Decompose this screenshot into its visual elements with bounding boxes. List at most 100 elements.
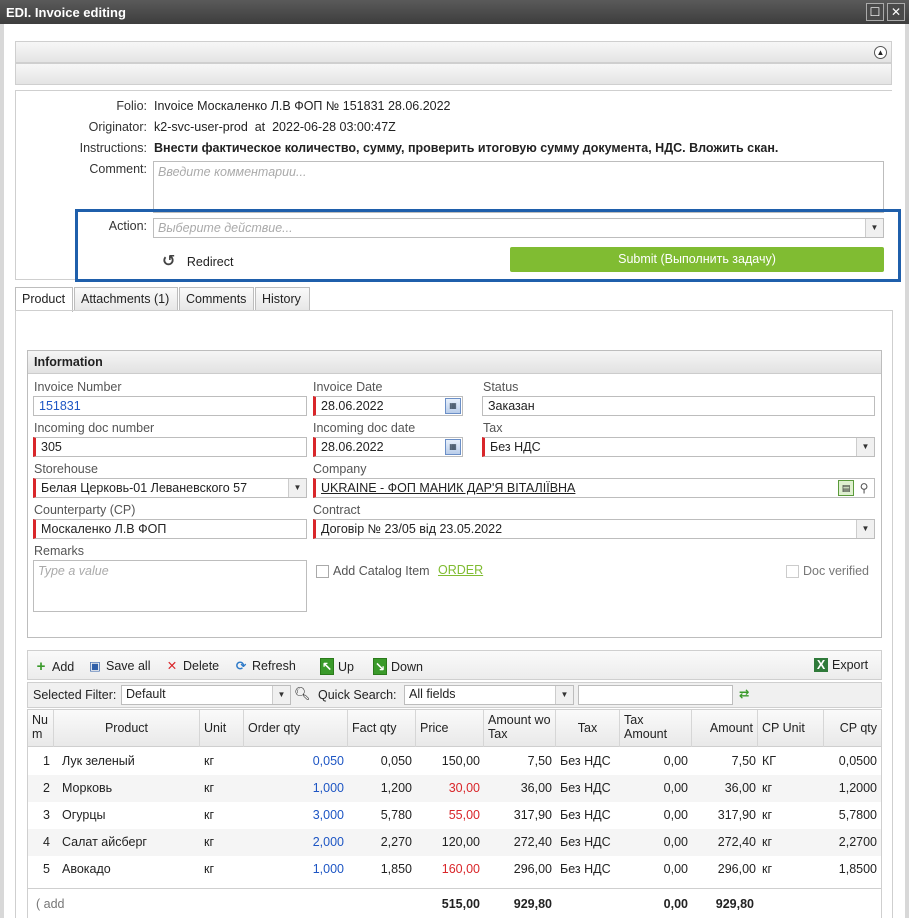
col-cp-unit[interactable]: CP Unit — [758, 710, 824, 747]
up-button[interactable]: ↖ Up — [320, 658, 354, 675]
col-cp-qty[interactable]: CP qty — [824, 710, 881, 747]
cell-amount-wo-tax[interactable]: 36,00 — [484, 775, 556, 802]
apply-search-icon[interactable]: ⇄ — [739, 686, 749, 701]
selected-filter-select[interactable]: Default ▼ — [121, 685, 291, 705]
contract-select[interactable]: Договір № 23/05 від 23.05.2022 ▼ — [313, 519, 875, 539]
action-select[interactable]: Выберите действие... ▼ — [153, 218, 884, 238]
chevron-down-icon[interactable]: ▼ — [856, 520, 874, 538]
cell-unit: кг — [204, 808, 215, 822]
cell-amount-wo-tax[interactable]: 7,50 — [484, 748, 556, 775]
save-all-button[interactable]: ▣ Save all — [88, 658, 150, 673]
cell-price[interactable]: 150,00 — [416, 748, 484, 775]
cell-price[interactable]: 55,00 — [416, 802, 484, 829]
chevron-down-icon[interactable]: ▼ — [555, 686, 573, 704]
col-tax[interactable]: Tax — [556, 710, 620, 747]
chevron-down-icon[interactable]: ▼ — [288, 479, 306, 497]
contract-label: Contract — [313, 503, 361, 517]
comment-input[interactable]: Введите комментарии... — [153, 161, 884, 213]
quick-search-input[interactable] — [578, 685, 733, 705]
table-row[interactable]: 3 Огурцы кг 3,000 5,780 55,00 317,90 Без НДС 0,0… — [28, 802, 881, 829]
remarks-input[interactable]: Type a value — [33, 560, 307, 612]
tax-select[interactable]: Без НДС ▼ — [482, 437, 875, 457]
cell-fact-qty[interactable]: 5,780 — [348, 802, 416, 829]
storehouse-select[interactable]: Белая Церковь-01 Леваневского 57 ▼ — [33, 478, 307, 498]
selected-filter-value: Default — [126, 687, 166, 701]
cell-fact-qty[interactable]: 1,850 — [348, 856, 416, 883]
down-button[interactable]: ↘ Down — [373, 658, 423, 675]
tax-value: Без НДС — [490, 440, 541, 454]
table-row[interactable]: 5 Авокадо кг 1,000 1,850 160,00 296,00 Без НДС 0… — [28, 856, 881, 883]
col-product[interactable]: Product — [54, 710, 200, 747]
cell-cp-unit: кг — [762, 862, 773, 876]
refresh-icon: ⟳ — [235, 659, 247, 673]
cell-fact-qty[interactable]: 1,200 — [348, 775, 416, 802]
export-button[interactable]: X Export — [814, 658, 868, 672]
doc-verified-checkbox[interactable] — [786, 565, 799, 578]
cell-amount: 272,40 — [717, 835, 756, 849]
cell-amount-wo-tax[interactable]: 272,40 — [484, 829, 556, 856]
table-row[interactable]: 1 Лук зеленый кг 0,050 0,050 150,00 7,50 Без НД… — [28, 748, 881, 775]
delete-icon: ✕ — [166, 659, 178, 673]
grid-footer: ( add 515,00 929,80 0,00 929,80 — [28, 888, 881, 918]
invoice-number-field[interactable]: 151831 — [33, 396, 307, 416]
counterparty-field[interactable]: Москаленко Л.В ФОП — [33, 519, 307, 539]
quick-search-field-select[interactable]: All fields ▼ — [404, 685, 574, 705]
cell-price[interactable]: 160,00 — [416, 856, 484, 883]
save-all-label: Save all — [106, 659, 151, 673]
collapse-icon[interactable]: ▲ — [874, 46, 887, 59]
submit-button[interactable]: Submit (Выполнить задачу) — [510, 247, 884, 272]
close-icon[interactable]: ✕ — [887, 3, 905, 21]
col-unit[interactable]: Unit — [200, 710, 244, 747]
cell-cp-unit: КГ — [762, 754, 777, 768]
incoming-doc-date-field[interactable]: 28.06.2022 ▦ — [313, 437, 463, 457]
col-tax-amount[interactable]: Tax Amount — [620, 710, 692, 747]
cell-fact-qty[interactable]: 2,270 — [348, 829, 416, 856]
table-row[interactable]: 4 Салат айсберг кг 2,000 2,270 120,00 272,40 Бе… — [28, 829, 881, 856]
maximize-icon[interactable]: ☐ — [866, 3, 884, 21]
chevron-down-icon[interactable]: ▼ — [272, 686, 290, 704]
cell-amount-wo-tax[interactable]: 317,90 — [484, 802, 556, 829]
cell-num: 2 — [43, 781, 50, 795]
cell-price[interactable]: 30,00 — [416, 775, 484, 802]
filter-bar: Selected Filter: Default ▼ 🔍︎ Quick Sear… — [27, 682, 882, 708]
invoice-number-label: Invoice Number — [34, 380, 122, 394]
cell-fact-qty[interactable]: 0,050 — [348, 748, 416, 775]
add-row-link[interactable]: ( add — [32, 889, 112, 916]
status-field[interactable]: Заказан — [482, 396, 875, 416]
col-amount-wo-tax[interactable]: Amount wo Tax — [484, 710, 556, 747]
cell-amount-wo-tax[interactable]: 296,00 — [484, 856, 556, 883]
calendar-icon[interactable]: ▦ — [445, 439, 461, 455]
originator-label: Originator: — [88, 120, 147, 134]
tab-history[interactable]: History — [255, 287, 310, 311]
col-num[interactable]: Nu m — [28, 710, 54, 747]
order-link[interactable]: ORDER — [438, 563, 483, 577]
sub-header-bar — [15, 63, 892, 85]
redirect-button[interactable]: ↺ Redirect — [162, 251, 233, 271]
add-button[interactable]: + Add — [34, 658, 75, 675]
chevron-down-icon[interactable]: ▼ — [865, 219, 883, 237]
col-fact-qty[interactable]: Fact qty — [348, 710, 416, 747]
col-order-qty[interactable]: Order qty — [244, 710, 348, 747]
col-amount[interactable]: Amount — [692, 710, 758, 747]
cell-cp-qty: 2,2700 — [838, 835, 877, 849]
company-value[interactable]: UKRAINE - ФОП МАНИК ДАР'Я ВІТАЛІЇВНА — [321, 481, 575, 495]
refresh-button[interactable]: ⟳ Refresh — [234, 658, 296, 673]
select-list-icon[interactable]: ▤ — [838, 480, 854, 496]
cell-tax-amount: 0,00 — [663, 808, 688, 822]
quick-search-icon: 🔍︎ — [294, 686, 311, 701]
calendar-icon[interactable]: ▦ — [445, 398, 461, 414]
tab-comments[interactable]: Comments — [179, 287, 254, 311]
delete-button[interactable]: ✕ Delete — [165, 658, 219, 673]
cell-price[interactable]: 120,00 — [416, 829, 484, 856]
table-row[interactable]: 2 Морковь кг 1,000 1,200 30,00 36,00 Без НДС 0,0… — [28, 775, 881, 802]
add-catalog-item-checkbox[interactable] — [316, 565, 329, 578]
invoice-date-field[interactable]: 28.06.2022 ▦ — [313, 396, 463, 416]
chevron-down-icon[interactable]: ▼ — [856, 438, 874, 456]
col-price[interactable]: Price — [416, 710, 484, 747]
company-field[interactable]: UKRAINE - ФОП МАНИК ДАР'Я ВІТАЛІЇВНА ▤ ⚲ — [313, 478, 875, 498]
incoming-doc-number-field[interactable]: 305 — [33, 437, 307, 457]
tab-product[interactable]: Product — [15, 287, 73, 312]
tab-attachments[interactable]: Attachments (1) — [74, 287, 178, 311]
search-icon[interactable]: ⚲ — [856, 480, 872, 496]
delete-label: Delete — [183, 659, 220, 673]
